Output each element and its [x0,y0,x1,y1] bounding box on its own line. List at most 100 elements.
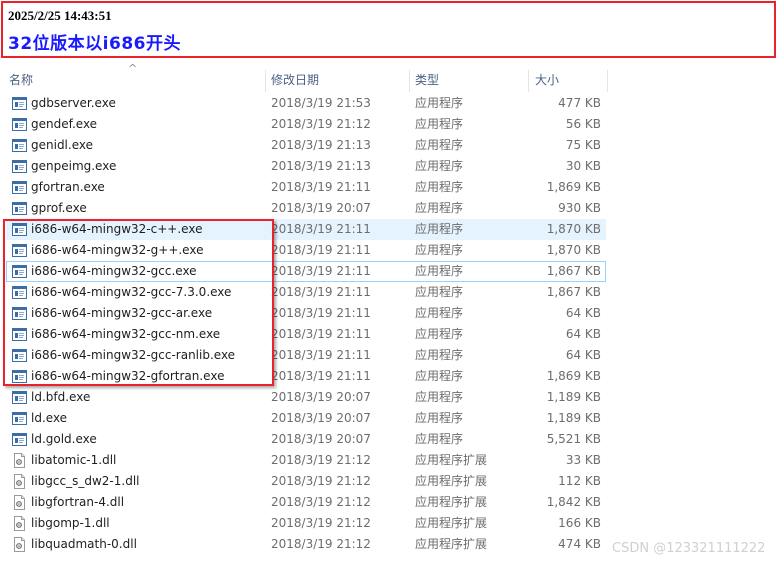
file-row[interactable]: gfortran.exe 2018/3/19 21:11 应用程序 1,869 KB [0,177,779,198]
annotation-note: 32位版本以i686开头 [8,34,181,54]
exe-icon [12,411,27,426]
file-type: 应用程序 [415,222,464,236]
file-name: genidl.exe [31,138,93,152]
file-type: 应用程序 [415,96,464,110]
file-type: 应用程序 [415,327,464,341]
file-name: libatomic-1.dll [31,453,117,467]
file-date: 2018/3/19 20:07 [271,432,371,446]
file-type: 应用程序 [415,201,464,215]
file-type: 应用程序扩展 [415,516,488,530]
file-size: 64 KB [565,306,601,320]
file-size: 930 KB [558,201,601,215]
file-type: 应用程序 [415,306,464,320]
file-date: 2018/3/19 21:12 [271,453,371,467]
file-size: 166 KB [558,516,601,530]
file-date: 2018/3/19 21:12 [271,495,371,509]
file-date: 2018/3/19 21:12 [271,117,371,131]
file-type: 应用程序 [415,348,464,362]
file-date: 2018/3/19 21:13 [271,159,371,173]
file-size: 474 KB [558,537,601,551]
file-name: libgomp-1.dll [31,516,110,530]
file-size: 1,869 KB [546,369,601,383]
column-size-label: 大小 [535,73,560,87]
file-name: gdbserver.exe [31,96,116,110]
watermark: CSDN @123321111222 [612,541,766,556]
file-date: 2018/3/19 21:13 [271,138,371,152]
file-date: 2018/3/19 21:11 [271,222,371,236]
file-row[interactable]: libgfortran-4.dll 2018/3/19 21:12 应用程序扩展 1,… [0,492,779,513]
exe-icon [12,432,27,447]
file-name: ld.exe [31,411,68,425]
dll-icon [12,453,27,468]
file-type: 应用程序 [415,243,464,257]
column-name[interactable]: ^ 名称 [0,63,265,93]
exe-icon [12,180,27,195]
file-row[interactable]: gendef.exe 2018/3/19 21:12 应用程序 56 KB [0,114,779,135]
file-size: 1,189 KB [546,411,601,425]
file-date: 2018/3/19 21:12 [271,537,371,551]
file-size: 112 KB [558,474,601,488]
exe-icon [12,201,27,216]
file-date: 2018/3/19 21:53 [271,96,371,110]
column-type-label: 类型 [415,73,440,87]
file-name: gendef.exe [31,117,98,131]
file-size: 30 KB [565,159,601,173]
file-size: 56 KB [565,117,601,131]
exe-icon [12,117,27,132]
file-row[interactable]: gprof.exe 2018/3/19 20:07 应用程序 930 KB [0,198,779,219]
annotation-timestamp: 2025/2/25 14:43:51 [8,8,112,23]
file-size: 1,867 KB [546,285,601,299]
file-date: 2018/3/19 21:11 [271,285,371,299]
column-divider[interactable] [607,70,608,92]
file-size: 1,842 KB [546,495,601,509]
file-date: 2018/3/19 21:11 [271,180,371,194]
file-size: 1,189 KB [546,390,601,404]
exe-icon [12,138,27,153]
file-row[interactable]: ld.gold.exe 2018/3/19 20:07 应用程序 5,521 KB [0,429,779,450]
file-size: 75 KB [565,138,601,152]
exe-icon [12,159,27,174]
file-type: 应用程序扩展 [415,495,488,509]
file-row[interactable]: ld.bfd.exe 2018/3/19 20:07 应用程序 1,189 KB [0,387,779,408]
file-size: 1,867 KB [546,264,601,278]
file-row[interactable]: libgomp-1.dll 2018/3/19 21:12 应用程序扩展 166 KB [0,513,779,534]
file-type: 应用程序 [415,264,464,278]
file-type: 应用程序 [415,411,464,425]
file-type: 应用程序 [415,138,464,152]
file-name: libgfortran-4.dll [31,495,125,509]
file-size: 64 KB [565,348,601,362]
file-date: 2018/3/19 21:11 [271,243,371,257]
column-header: ^ 名称 修改日期 类型 大小 [0,63,779,93]
sort-ascending-icon: ^ [128,62,138,75]
file-type: 应用程序 [415,180,464,194]
file-row[interactable]: genidl.exe 2018/3/19 21:13 应用程序 75 KB [0,135,779,156]
file-name: gprof.exe [31,201,87,215]
file-date: 2018/3/19 20:07 [271,390,371,404]
file-size: 5,521 KB [546,432,601,446]
file-size: 1,870 KB [546,243,601,257]
file-type: 应用程序 [415,159,464,173]
file-type: 应用程序 [415,285,464,299]
file-date: 2018/3/19 20:07 [271,201,371,215]
file-type: 应用程序 [415,117,464,131]
column-date[interactable]: 修改日期 [262,68,410,93]
column-size[interactable]: 大小 [526,68,608,93]
column-name-label: 名称 [9,73,34,87]
file-date: 2018/3/19 21:11 [271,369,371,383]
file-date: 2018/3/19 21:11 [271,264,371,278]
dll-icon [12,474,27,489]
file-date: 2018/3/19 21:12 [271,474,371,488]
file-date: 2018/3/19 21:11 [271,327,371,341]
file-name: genpeimg.exe [31,159,117,173]
file-type: 应用程序扩展 [415,537,488,551]
file-row[interactable]: ld.exe 2018/3/19 20:07 应用程序 1,189 KB [0,408,779,429]
file-row[interactable]: libgcc_s_dw2-1.dll 2018/3/19 21:12 应用程序扩展 1… [0,471,779,492]
dll-icon [12,516,27,531]
file-row[interactable]: libatomic-1.dll 2018/3/19 21:12 应用程序扩展 33 K… [0,450,779,471]
exe-icon [12,96,27,111]
file-name: gfortran.exe [31,180,105,194]
file-date: 2018/3/19 20:07 [271,411,371,425]
file-row[interactable]: gdbserver.exe 2018/3/19 21:53 应用程序 477 KB [0,93,779,114]
file-row[interactable]: genpeimg.exe 2018/3/19 21:13 应用程序 30 KB [0,156,779,177]
column-type[interactable]: 类型 [406,68,529,93]
